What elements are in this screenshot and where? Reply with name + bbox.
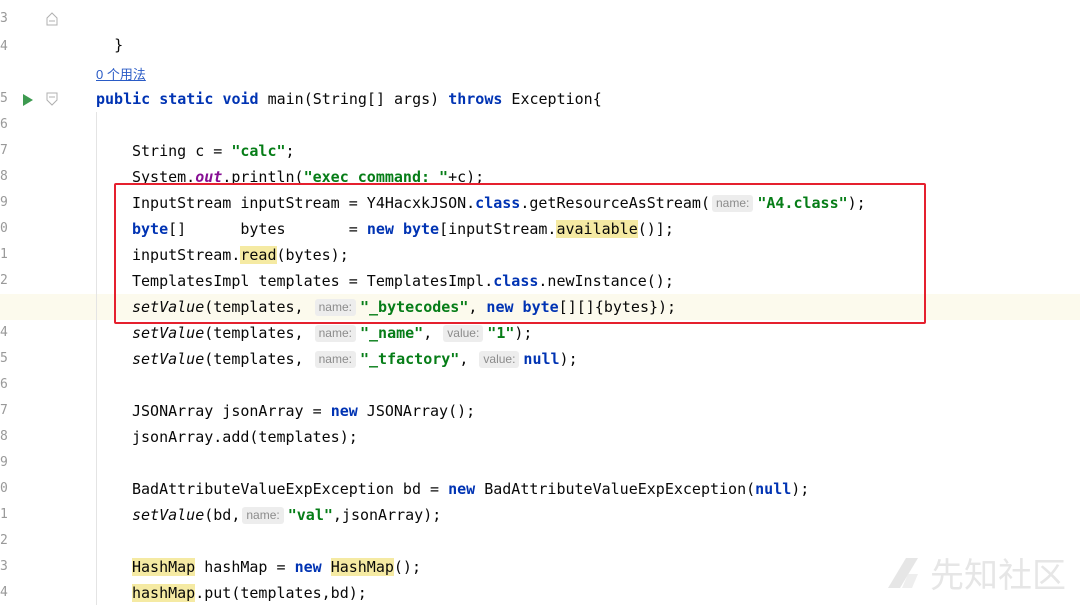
line-number: 2 [0,273,8,288]
highlighted-variable: hashMap [132,584,196,602]
line-number: 1 [0,507,8,522]
indent-guide [96,112,97,605]
static-method-call: setValue [132,350,205,368]
code-text: JSONArray jsonArray = [132,402,331,420]
code-text: BadAttributeValueExpException( [475,480,756,498]
keyword: public [96,90,151,108]
code-line[interactable]: public static void main(String[] args) t… [96,86,1080,112]
code-text: Exception{ [502,90,602,108]
code-text: ); [559,350,578,368]
code-text: (templates, [204,350,313,368]
line-number: 1 [0,247,8,262]
code-line[interactable]: jsonArray.add(templates); [132,424,1080,450]
code-text: hashMap = [195,558,295,576]
line-number: 9 [0,455,8,470]
code-text: .put(templates,bd); [195,584,367,602]
code-line[interactable]: String c = "calc"; [132,138,1080,164]
watermark: 先知社区 [884,548,1066,597]
code-text: BadAttributeValueExpException bd = [132,480,449,498]
code-text: , [423,324,442,342]
code-line[interactable]: } [96,6,1080,54]
usage-hint-link[interactable]: 0 个用法 [96,64,146,83]
line-number: 4 [0,325,8,340]
keyword: throws [448,90,503,108]
code-text: ; [285,142,295,160]
string-literal: "calc" [231,142,286,160]
code-text: , [459,350,478,368]
highlighted-type: HashMap [330,558,394,576]
line-number: 4 [0,585,8,600]
code-text: jsonArray.add(templates); [132,428,358,446]
line-number: 6 [0,117,8,132]
parameter-hint: value: [443,325,484,342]
line-number: 7 [0,143,8,158]
code-text: JSONArray(); [357,402,476,420]
line-number: 0 [0,221,8,236]
code-text: (templates, [204,324,313,342]
parameter-hint: name: [314,351,356,368]
code-line[interactable]: BadAttributeValueExpException bd = new B… [132,476,1080,502]
line-number: 5 [0,351,8,366]
keyword: new [330,402,358,420]
keyword: null [523,350,560,368]
string-literal: "_name" [359,324,424,342]
code-text: ,jsonArray); [332,506,442,524]
fold-start-icon[interactable] [46,92,58,106]
string-literal: "_tfactory" [359,350,460,368]
closing-brace: } [114,36,124,54]
keyword: new [448,480,476,498]
line-number: 5 [0,91,8,106]
keyword: null [755,480,792,498]
line-number: 4 [0,39,8,54]
highlight-annotation-box [114,183,926,324]
parameter-hint: name: [242,507,284,524]
code-line[interactable]: setValue(templates, name: "_tfactory", va… [132,346,1080,372]
line-number: 7 [0,403,8,418]
static-method-call: setValue [132,506,205,524]
code-line[interactable]: JSONArray jsonArray = new JSONArray(); [132,398,1080,424]
code-line[interactable]: setValue(bd, name: "val",jsonArray); [132,502,1080,528]
code-text: (); [393,558,421,576]
parameter-hint: name: [314,325,356,342]
line-number: 3 [0,11,8,26]
line-number: 9 [0,195,8,210]
parameter-hint: value: [479,351,520,368]
line-number: 8 [0,429,8,444]
code-text: String c = [132,142,232,160]
run-icon[interactable] [21,92,35,106]
fold-end-icon[interactable] [46,12,58,26]
keyword: new [294,558,322,576]
string-literal: "1" [487,324,515,342]
method-signature: main(String[] args) [267,90,449,108]
line-number: 6 [0,377,8,392]
line-number: 8 [0,169,8,184]
highlighted-type: HashMap [132,558,196,576]
code-text: ); [514,324,533,342]
line-number: 3 [0,559,8,574]
keyword: static [159,90,214,108]
line-number: 0 [0,481,8,496]
watermark-text: 先知社区 [930,556,1066,596]
keyword: void [222,90,259,108]
code-text: (bd, [204,506,241,524]
xianzhi-logo-icon [884,554,922,592]
code-text: ); [791,480,810,498]
line-number: 2 [0,533,8,548]
string-literal: "val" [287,506,333,524]
static-method-call: setValue [132,324,205,342]
